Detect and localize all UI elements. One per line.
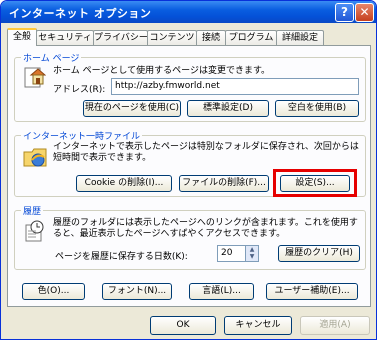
title-bar[interactable]: インターネット オプション ? ✕ [1, 1, 376, 23]
use-current-button[interactable]: 現在のページを使用(C) [83, 100, 181, 117]
spin-up-icon[interactable]: ▲ [246, 246, 258, 253]
delete-files-button[interactable]: ファイルの削除(F)... [179, 175, 269, 192]
history-description-line2: ると、最近表示したページへすばやくアクセスできます。 [53, 229, 286, 239]
close-button[interactable]: ✕ [355, 3, 374, 22]
history-days-field[interactable]: 20 [217, 245, 247, 262]
history-group-title: 履歴 [21, 204, 44, 217]
home-page-group-title: ホーム ページ [21, 51, 82, 64]
tab-general[interactable]: 全般 [7, 28, 37, 46]
temp-files-description-line1: インターネットで表示したページは特別なフォルダに保存され、次回からは [53, 142, 359, 152]
spin-down-icon[interactable]: ▼ [246, 253, 258, 260]
home-page-icon [24, 67, 46, 88]
tab-content[interactable]: コンテンツ [147, 30, 197, 45]
tab-advanced[interactable]: 詳細設定 [276, 30, 324, 45]
history-group: 履歴 履歴のフォルダには表示したページへのリンクが含まれます。これを使用す ると… [14, 204, 366, 270]
tab-security[interactable]: セキュリティ [36, 30, 94, 45]
internet-options-window: インターネット オプション ? ✕ 全般 セキュリティ プライバシー コンテンツ… [0, 0, 377, 340]
home-page-description: ホーム ページとして使用するページは変更できます。 [53, 66, 271, 76]
history-description-line1: 履歴のフォルダには表示したページへのリンクが含まれます。これを使用す [53, 218, 358, 228]
cancel-button[interactable]: キャンセル [224, 316, 292, 335]
history-days-spinner[interactable]: ▲ ▼ [245, 245, 259, 262]
temp-files-folder-icon [23, 148, 47, 167]
apply-button[interactable]: 適用(A) [300, 316, 370, 335]
use-default-button[interactable]: 標準設定(D) [187, 100, 269, 117]
address-field[interactable]: http://azby.fmworld.net [111, 78, 359, 95]
tab-programs[interactable]: プログラム [225, 30, 277, 45]
colors-button[interactable]: 色(O)... [22, 283, 85, 300]
history-icon [25, 220, 44, 242]
temp-files-group-title: インターネット一時ファイル [21, 129, 143, 142]
ok-button[interactable]: OK [150, 316, 216, 335]
tab-privacy[interactable]: プライバシー [93, 30, 148, 45]
help-button[interactable]: ? [335, 3, 354, 22]
window-title: インターネット オプション [9, 7, 152, 20]
general-tab-panel: ホーム ページ ホーム ページとして使用するページは変更できます。 アドレス(R… [7, 45, 371, 307]
clear-history-button[interactable]: 履歴のクリア(H) [278, 245, 360, 262]
settings-highlight-box [273, 169, 357, 197]
home-page-group: ホーム ページ ホーム ページとして使用するページは変更できます。 アドレス(R… [14, 51, 366, 122]
delete-cookies-button[interactable]: Cookie の削除(I)... [76, 175, 172, 192]
tab-connections[interactable]: 接続 [196, 30, 226, 45]
history-days-label: ページを履歴に保存する日数(K): [55, 252, 188, 262]
address-label: アドレス(R): [53, 85, 106, 95]
use-blank-button[interactable]: 空白を使用(B) [275, 100, 359, 117]
fonts-button[interactable]: フォント(N)... [102, 283, 172, 300]
temp-files-group: インターネット一時ファイル インターネットで表示したページは特別なフォルダに保存… [14, 129, 366, 197]
languages-button[interactable]: 言語(L)... [189, 283, 254, 300]
temp-files-description-line2: 短時間で表示できます。 [53, 153, 152, 163]
accessibility-button[interactable]: ユーザー補助(E)... [266, 283, 358, 300]
